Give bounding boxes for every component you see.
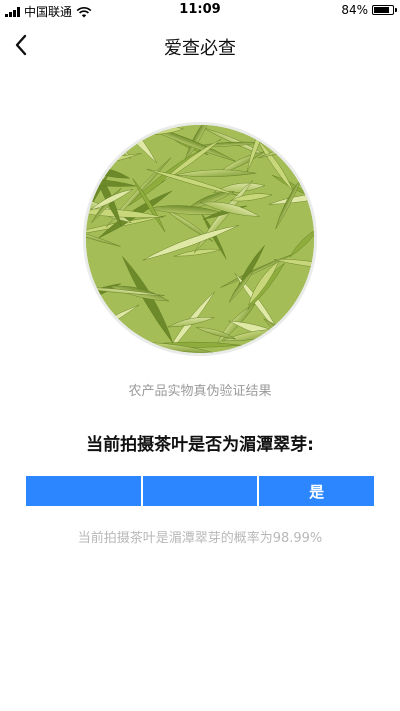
probability-text: 当前拍摄茶叶是湄潭翠芽的概率为98.99% <box>77 531 323 546</box>
nav-bar: 爱查必查 <box>0 22 400 68</box>
screen: 中国联通 11:09 84% 爱查必查 农产品实物真伪验证结果 当前拍摄茶叶是否… <box>0 0 400 711</box>
tea-leaf <box>86 330 134 340</box>
battery-icon <box>372 5 397 15</box>
result-bar: 是 <box>26 476 375 506</box>
result-segment-1 <box>26 476 141 506</box>
tea-leaves-image <box>86 125 314 353</box>
result-caption: 农产品实物真伪验证结果 <box>128 384 272 399</box>
result-segment-answer: 是 <box>259 476 375 506</box>
battery-percent: 84% <box>341 3 368 17</box>
result-segment-2 <box>142 476 258 506</box>
status-right: 84% <box>341 3 397 17</box>
tea-photo <box>86 125 314 353</box>
page-title: 爱查必查 <box>164 38 236 59</box>
status-time: 11:09 <box>179 2 221 17</box>
tea-leaf <box>93 125 116 165</box>
verification-question: 当前拍摄茶叶是否为湄潭翠芽: <box>86 435 314 455</box>
status-bar: 中国联通 11:09 84% <box>0 0 400 20</box>
